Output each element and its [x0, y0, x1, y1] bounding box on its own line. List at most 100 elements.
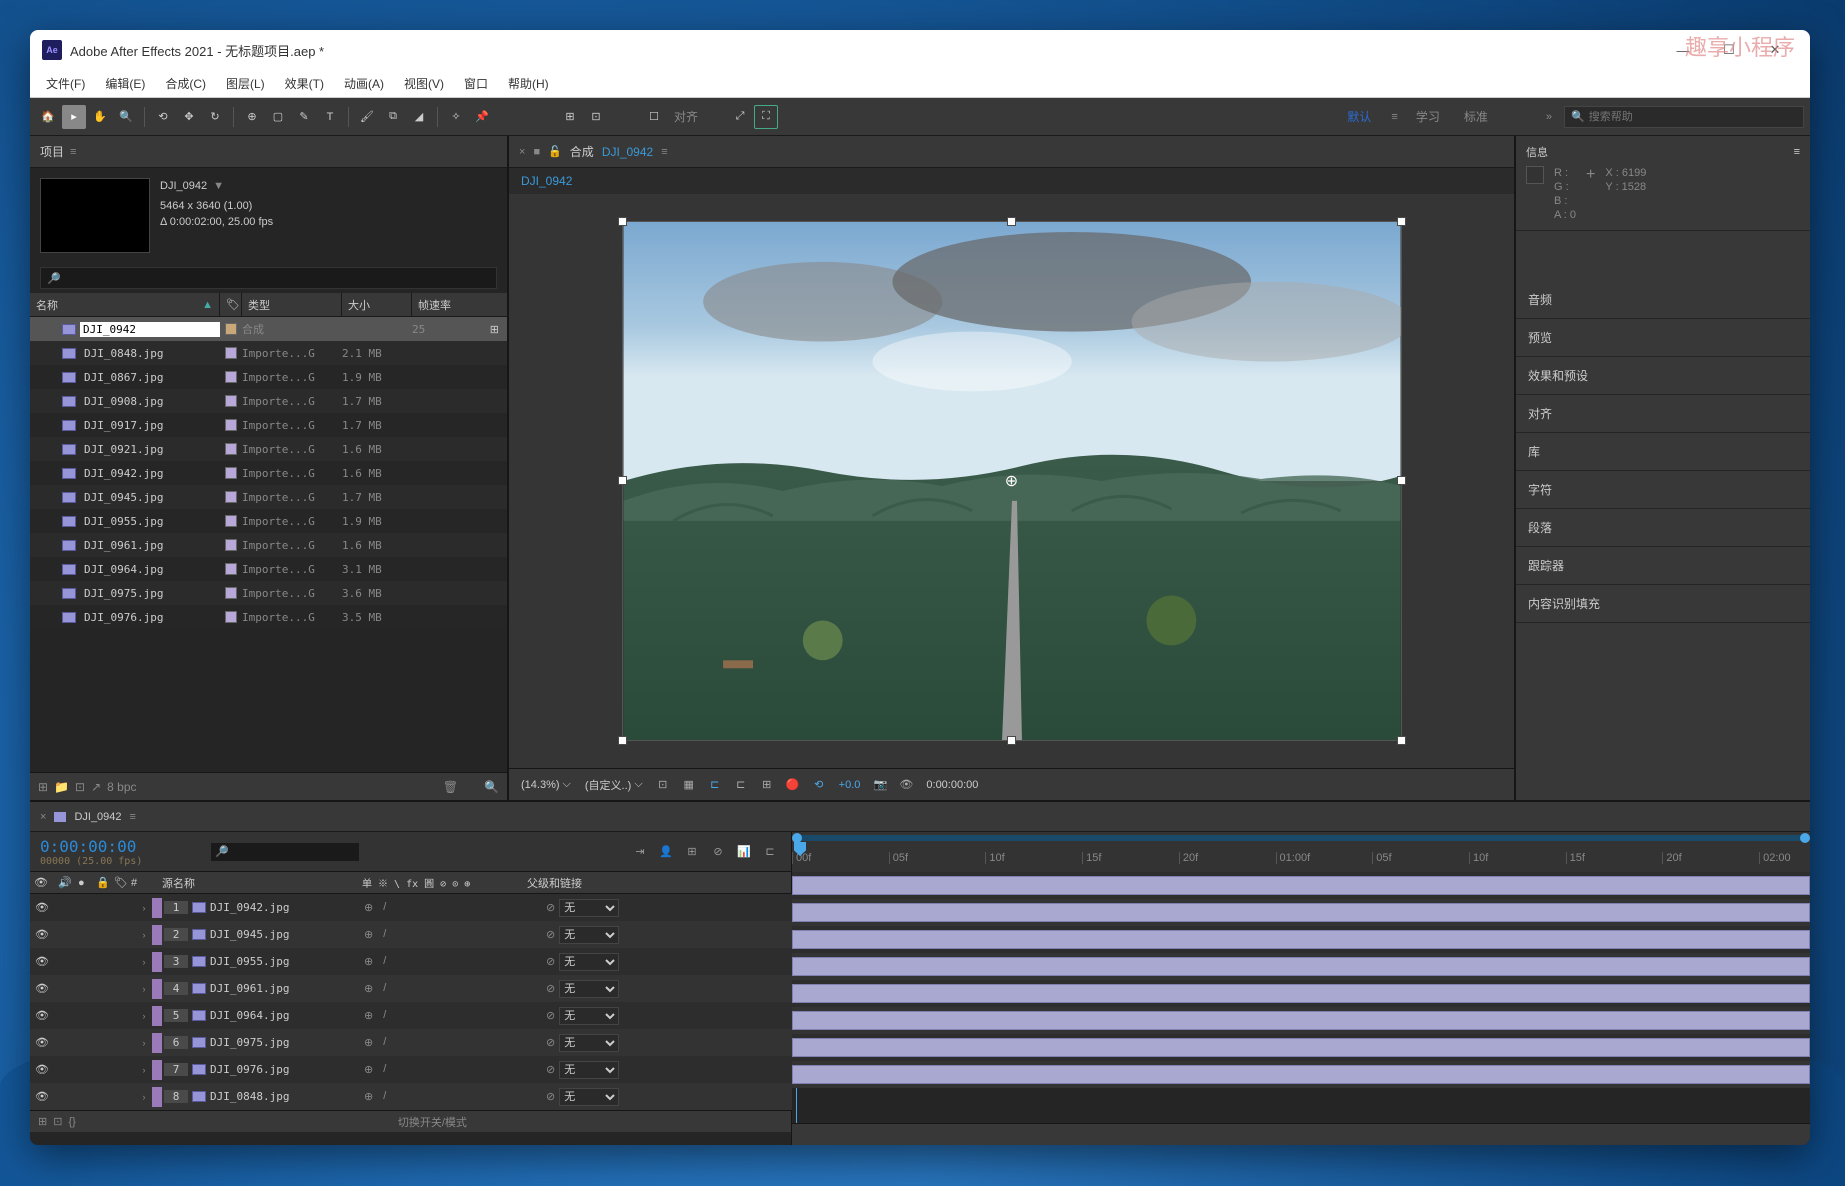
workspace-learn[interactable]: 学习: [1410, 108, 1446, 125]
side-panel-item[interactable]: 对齐: [1516, 395, 1810, 433]
side-panel-item[interactable]: 效果和预设: [1516, 357, 1810, 395]
timeline-bars[interactable]: [792, 872, 1810, 1123]
parent-select[interactable]: 无: [559, 1061, 619, 1079]
comp-icon[interactable]: ⊡: [75, 780, 85, 794]
solo-col-icon[interactable]: ●: [74, 877, 92, 889]
menu-animation[interactable]: 动画(A): [336, 72, 392, 95]
parent-col[interactable]: 父级和链接: [523, 875, 586, 891]
side-panel-item[interactable]: 库: [1516, 433, 1810, 471]
project-item[interactable]: DJI_0976.jpg Importe...G 3.5 MB: [30, 605, 507, 629]
timeline-layer[interactable]: 👁 ›6 DJI_0975.jpg ⊕/ ⊘无: [30, 1029, 792, 1056]
roto-tool[interactable]: ✧: [444, 105, 468, 129]
titlebar[interactable]: Ae Adobe After Effects 2021 - 无标题项目.aep …: [30, 30, 1810, 70]
source-col[interactable]: 源名称: [158, 875, 358, 891]
tl-footer-icon1[interactable]: ⊞: [38, 1115, 47, 1128]
timeline-comp-name[interactable]: DJI_0942: [74, 811, 121, 823]
timeline-layer[interactable]: 👁 ›3 DJI_0955.jpg ⊕/ ⊘无: [30, 948, 792, 975]
menu-help[interactable]: 帮助(H): [500, 72, 557, 95]
handle-ml[interactable]: [618, 476, 627, 485]
orbit-tool[interactable]: ⟲: [151, 105, 175, 129]
project-item[interactable]: DJI_0908.jpg Importe...G 1.7 MB: [30, 389, 507, 413]
parent-select[interactable]: 无: [559, 953, 619, 971]
col-size[interactable]: 大小: [342, 293, 412, 316]
hand-tool[interactable]: ✋: [88, 105, 112, 129]
zoom-dropdown[interactable]: (14.3%) ⌵: [517, 778, 575, 791]
motion-blur-icon[interactable]: ⊘: [707, 841, 729, 863]
anchor-tool[interactable]: ⊕: [240, 105, 264, 129]
clone-tool[interactable]: ⧉: [381, 105, 405, 129]
handle-tl[interactable]: [618, 217, 627, 226]
project-item[interactable]: DJI_0961.jpg Importe...G 1.6 MB: [30, 533, 507, 557]
menu-edit[interactable]: 编辑(E): [97, 72, 153, 95]
handle-bm[interactable]: [1007, 736, 1016, 745]
parent-select[interactable]: 无: [559, 1007, 619, 1025]
label-col-icon[interactable]: 🏷 #: [110, 876, 158, 889]
bracket-icon[interactable]: ⊏: [759, 841, 781, 863]
zoom-tool[interactable]: 🔍: [114, 105, 138, 129]
timeline-layer[interactable]: 👁 ›7 DJI_0976.jpg ⊕/ ⊘无: [30, 1056, 792, 1083]
parent-select[interactable]: 无: [559, 1088, 619, 1106]
snap-icon[interactable]: ⊞: [558, 105, 582, 129]
project-search[interactable]: 🔎: [40, 267, 497, 289]
rect-tool[interactable]: ▢: [266, 105, 290, 129]
col-fps[interactable]: 帧速率: [412, 293, 482, 316]
project-list[interactable]: DJI_0942 合成 25⊞ DJI_0848.jpg Importe...G…: [30, 317, 507, 772]
side-panel-item[interactable]: 段落: [1516, 509, 1810, 547]
tl-footer-icon3[interactable]: {}: [68, 1116, 75, 1128]
timeline-time[interactable]: 0:00:00:00: [40, 837, 200, 856]
resolution-dropdown[interactable]: (自定义..) ⌵: [581, 777, 647, 793]
layer-bar-row[interactable]: [792, 926, 1810, 953]
menu-composition[interactable]: 合成(C): [157, 72, 214, 95]
eye-col-icon[interactable]: 👁: [30, 876, 54, 889]
layer-bar-row[interactable]: [792, 1007, 1810, 1034]
side-panel-item[interactable]: 内容识别填充: [1516, 585, 1810, 623]
project-item[interactable]: DJI_0964.jpg Importe...G 3.1 MB: [30, 557, 507, 581]
interpret-icon[interactable]: ⊞: [38, 780, 48, 794]
handle-tr[interactable]: [1397, 217, 1406, 226]
project-item[interactable]: DJI_0921.jpg Importe...G 1.6 MB: [30, 437, 507, 461]
anchor-icon[interactable]: ⊕: [1005, 471, 1018, 491]
parent-select[interactable]: 无: [559, 899, 619, 917]
puppet-tool[interactable]: 📌: [470, 105, 494, 129]
preview-time[interactable]: 0:00:00:00: [922, 779, 982, 791]
parent-select[interactable]: 无: [559, 926, 619, 944]
shy-icon[interactable]: 👤: [655, 841, 677, 863]
tl-footer-icon2[interactable]: ⊡: [53, 1115, 62, 1128]
frame-blend-icon[interactable]: ⊞: [681, 841, 703, 863]
project-item[interactable]: DJI_0848.jpg Importe...G 2.1 MB: [30, 341, 507, 365]
side-panel-item[interactable]: 音频: [1516, 281, 1810, 319]
fast-preview-icon[interactable]: ⊡: [653, 775, 673, 795]
layer-bar-row[interactable]: [792, 899, 1810, 926]
comp-flow-link[interactable]: DJI_0942: [521, 174, 572, 188]
bpc-icon[interactable]: ↗: [91, 780, 101, 794]
side-panel-item[interactable]: 字符: [1516, 471, 1810, 509]
info-menu-icon[interactable]: ≡: [1794, 146, 1800, 158]
timeline-layer[interactable]: 👁 ›2 DJI_0945.jpg ⊕/ ⊘无: [30, 921, 792, 948]
side-panel-item[interactable]: 预览: [1516, 319, 1810, 357]
project-item[interactable]: DJI_0955.jpg Importe...G 1.9 MB: [30, 509, 507, 533]
pen-tool[interactable]: ✎: [292, 105, 316, 129]
project-item[interactable]: DJI_0942 合成 25⊞: [30, 317, 507, 341]
handle-mr[interactable]: [1397, 476, 1406, 485]
col-type[interactable]: 类型: [242, 293, 342, 316]
help-search[interactable]: 🔍: [1564, 106, 1804, 128]
col-name[interactable]: 名称: [36, 297, 58, 313]
viewer[interactable]: ⊕: [509, 194, 1514, 768]
channel-icon[interactable]: 🔴: [783, 775, 803, 795]
snap-tool[interactable]: ⤢: [728, 105, 752, 129]
col-tag[interactable]: 🏷: [220, 293, 242, 316]
region-icon[interactable]: ⊏: [731, 775, 751, 795]
mask-icon[interactable]: ⊏: [705, 775, 725, 795]
home-tool[interactable]: 🏠: [36, 105, 60, 129]
parent-select[interactable]: 无: [559, 980, 619, 998]
lock-col-icon[interactable]: 🔒: [92, 876, 110, 889]
speaker-col-icon[interactable]: 🔊: [54, 876, 74, 889]
layer-bar-row[interactable]: [792, 980, 1810, 1007]
parent-select[interactable]: 无: [559, 1034, 619, 1052]
layer-bar-row[interactable]: [792, 1034, 1810, 1061]
snapshot-icon[interactable]: 📷: [870, 775, 890, 795]
eraser-tool[interactable]: ◢: [407, 105, 431, 129]
menu-effect[interactable]: 效果(T): [277, 72, 332, 95]
workspace-default[interactable]: 默认: [1339, 108, 1379, 125]
timeline-layer[interactable]: 👁 ›8 DJI_0848.jpg ⊕/ ⊘无: [30, 1083, 792, 1110]
